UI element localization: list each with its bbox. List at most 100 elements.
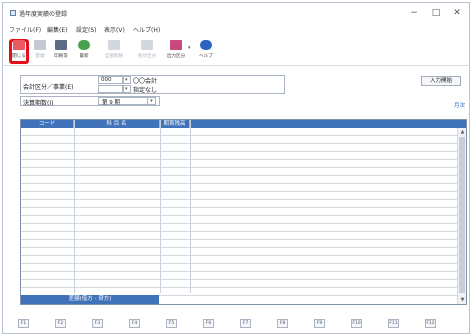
delete-all-button[interactable]: 全部削除 [103, 39, 125, 63]
table-row[interactable] [21, 200, 457, 208]
monthly-link[interactable]: 月次 [454, 101, 465, 109]
column-header-account-name: 科 目 名 [74, 120, 160, 128]
period-value: 第 9 期 [102, 100, 120, 106]
title-bar: 過年度実績の登録 − □ ✕ [3, 3, 469, 23]
maximize-button[interactable]: □ [429, 7, 443, 19]
balance-grid: コード 科 目 名 期首残高 ▲ ▼ 差額(借方 - 貸方) [20, 119, 467, 305]
menu-bar: ファイル(F) 編集(E) 設定(S) 表示(V) ヘルプ(H) [3, 25, 469, 35]
close-button-label: 閉じる [12, 53, 26, 59]
function-key-f7[interactable]: F7 [240, 319, 251, 328]
table-row[interactable] [21, 192, 457, 200]
menu-edit[interactable]: 編集(E) [47, 25, 67, 34]
column-divider [190, 120, 191, 293]
business-name: 指定なし [133, 87, 158, 94]
table-row[interactable] [21, 176, 457, 184]
business-dropdown-button[interactable]: ▾ [123, 85, 131, 93]
column-header-code: コード [21, 120, 74, 128]
table-row[interactable] [21, 272, 457, 280]
output-category-button-label: 出力区分 [166, 53, 186, 59]
print-button[interactable]: 印刷等 [52, 39, 70, 63]
chevron-down-icon: ▾ [125, 77, 128, 83]
function-key-f4[interactable]: F4 [129, 319, 140, 328]
period-select[interactable]: 第 9 期 ▾ [98, 97, 156, 106]
chevron-down-icon: ▾ [125, 86, 128, 92]
table-row[interactable] [21, 160, 457, 168]
difference-footer: 差額(借方 - 貸方) [21, 295, 159, 304]
table-row[interactable] [21, 240, 457, 248]
account-name: 〇〇会計 [133, 78, 158, 85]
grid-header: コード 科 目 名 期首残高 [21, 120, 466, 128]
accounts-icon [141, 40, 153, 50]
table-row[interactable] [21, 152, 457, 160]
function-key-f9[interactable]: F9 [314, 319, 325, 328]
menu-settings[interactable]: 設定(S) [76, 25, 97, 34]
scroll-thumb[interactable] [459, 137, 465, 293]
table-row[interactable] [21, 264, 457, 272]
account-code-value: 000 [101, 77, 112, 83]
minimize-button[interactable]: − [407, 7, 421, 19]
vertical-scrollbar[interactable]: ▲ ▼ [457, 128, 466, 304]
table-row[interactable] [21, 216, 457, 224]
table-row[interactable] [21, 168, 457, 176]
refresh-button-label: 最新 [79, 53, 89, 59]
menu-file[interactable]: ファイル(F) [9, 25, 41, 34]
close-doc-icon [13, 40, 25, 50]
function-key-f6[interactable]: F6 [203, 319, 214, 328]
column-divider [74, 120, 75, 293]
table-row[interactable] [21, 144, 457, 152]
app-icon [10, 10, 16, 16]
chevron-down-icon: ▾ [147, 97, 155, 106]
function-key-f10[interactable]: F10 [351, 319, 362, 328]
account-category-button[interactable]: 会計区分 [136, 39, 158, 63]
column-header-blank [190, 120, 466, 128]
table-row[interactable] [21, 208, 457, 216]
delete-icon [108, 40, 120, 50]
register-button[interactable]: 登録 [31, 39, 49, 63]
output-category-button[interactable]: 出力区分 [165, 39, 187, 63]
account-label: 会計区分／事業(E) [23, 84, 74, 91]
table-row[interactable] [21, 128, 457, 136]
print-button-label: 印刷等 [54, 53, 68, 59]
function-key-f12[interactable]: F12 [425, 319, 436, 328]
help-icon [200, 40, 212, 50]
table-row[interactable] [21, 248, 457, 256]
function-key-f8[interactable]: F8 [277, 319, 288, 328]
function-key-bar: F1 F2 F3 F4 F5 F6 F7 F8 F9 F10 F11 F12 [3, 315, 469, 333]
table-row[interactable] [21, 224, 457, 232]
menu-view[interactable]: 表示(V) [104, 25, 125, 34]
account-category-button-label: 会計区分 [137, 53, 157, 59]
help-button[interactable]: ヘルプ [197, 39, 215, 63]
input-start-button[interactable]: 入力開始 [421, 76, 461, 86]
refresh-icon [78, 40, 90, 50]
table-row[interactable] [21, 280, 457, 288]
window-title: 過年度実績の登録 [19, 11, 68, 18]
help-button-label: ヘルプ [199, 53, 213, 59]
function-key-f2[interactable]: F2 [55, 319, 66, 328]
table-row[interactable] [21, 256, 457, 264]
scroll-up-icon[interactable]: ▲ [458, 128, 466, 136]
output-icon [170, 40, 182, 50]
refresh-button[interactable]: 最新 [75, 39, 93, 63]
function-key-f1[interactable]: F1 [18, 319, 29, 328]
close-button[interactable]: 閉じる [10, 39, 28, 63]
output-dropdown-arrow[interactable]: ▾ [188, 45, 191, 51]
printer-icon [55, 40, 67, 50]
column-header-opening-balance: 期首残高 [160, 120, 190, 128]
function-key-f11[interactable]: F11 [388, 319, 399, 328]
period-label: 決算期数(I) [23, 100, 54, 107]
menu-help[interactable]: ヘルプ(H) [133, 25, 160, 34]
table-row[interactable] [21, 184, 457, 192]
business-code-field[interactable] [98, 85, 123, 93]
table-row[interactable] [21, 232, 457, 240]
app-window: 過年度実績の登録 − □ ✕ ファイル(F) 編集(E) 設定(S) 表示(V)… [2, 2, 470, 334]
function-key-f5[interactable]: F5 [166, 319, 177, 328]
table-row[interactable] [21, 136, 457, 144]
scroll-down-icon[interactable]: ▼ [458, 296, 466, 304]
column-divider [160, 120, 161, 293]
account-code-field[interactable]: 000 [98, 76, 123, 84]
function-key-f3[interactable]: F3 [92, 319, 103, 328]
save-icon [34, 40, 46, 50]
delete-all-button-label: 全部削除 [104, 53, 124, 59]
account-dropdown-button[interactable]: ▾ [123, 76, 131, 84]
close-window-button[interactable]: ✕ [450, 7, 464, 19]
